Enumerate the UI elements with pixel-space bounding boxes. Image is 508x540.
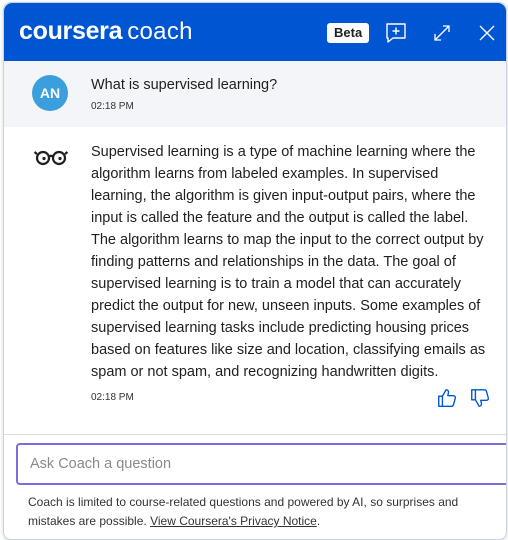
beta-badge: Beta [327, 23, 370, 43]
expand-icon [434, 25, 450, 41]
coach-message-time: 02:18 PM [91, 392, 134, 403]
coursera-coach-logo: coursera coach [19, 15, 193, 48]
brand-name: coursera [19, 17, 123, 45]
user-message-text: What is supervised learning? [91, 77, 278, 93]
composer-divider [4, 434, 506, 435]
product-name: coach [127, 18, 193, 45]
user-message: AN What is supervised learning? 02:18 PM [4, 61, 506, 127]
coach-message: Supervised learning is a type of machine… [4, 127, 506, 423]
user-avatar: AN [32, 75, 68, 111]
user-message-time: 02:18 PM [91, 101, 134, 112]
close-button[interactable] [473, 19, 501, 47]
thumbs-up-button[interactable] [436, 387, 458, 409]
thumbs-up-icon [438, 389, 457, 407]
coach-header: coursera coach Beta [4, 3, 506, 61]
thumbs-down-button[interactable] [469, 387, 491, 409]
expand-button[interactable] [428, 19, 456, 47]
ask-coach-input[interactable] [30, 445, 460, 483]
thumbs-down-icon [471, 389, 490, 407]
disclaimer-suffix: . [316, 514, 321, 528]
ask-coach-field[interactable] [16, 443, 506, 485]
new-chat-icon [386, 23, 406, 43]
ai-disclaimer: Coach is limited to course-related quest… [28, 493, 498, 531]
glasses-icon [33, 150, 69, 166]
coach-message-text: Supervised learning is a type of machine… [91, 144, 486, 380]
coach-panel: coursera coach Beta AN What is supervised… [3, 2, 507, 540]
new-chat-button[interactable] [382, 19, 410, 47]
close-icon [479, 25, 495, 41]
privacy-notice-link[interactable]: View Coursera's Privacy Notice [150, 514, 317, 528]
